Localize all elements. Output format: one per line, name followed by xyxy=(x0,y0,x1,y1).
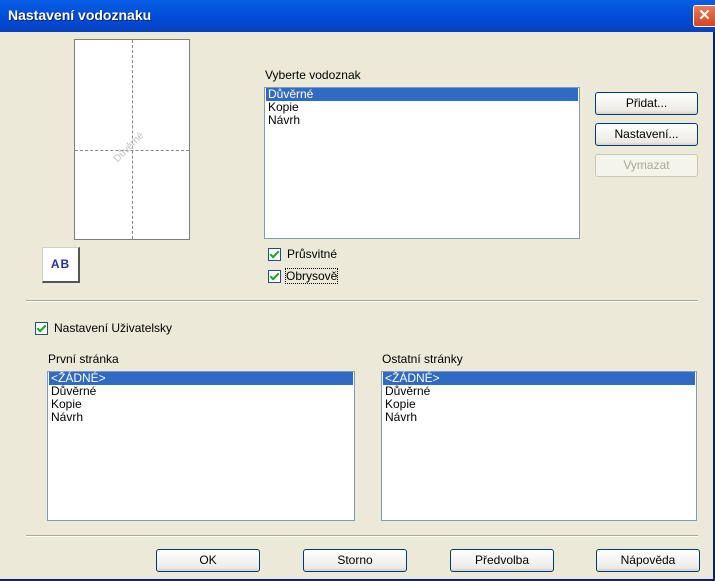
watermark-list-label: Vyberte vodoznak xyxy=(265,68,361,82)
add-button[interactable]: Přidat... xyxy=(595,92,698,115)
other-pages-list-item[interactable]: Návrh xyxy=(383,411,695,424)
cancel-button[interactable]: Storno xyxy=(303,549,407,572)
watermark-list-item[interactable]: Návrh xyxy=(266,114,578,127)
other-pages-listbox[interactable]: <ŽÁDNÉ> Důvěrné Kopie Návrh xyxy=(381,371,697,521)
watermark-preview: Důvěrné xyxy=(74,39,190,240)
watermark-list-item[interactable]: Důvěrné xyxy=(266,88,578,101)
first-page-label: První stránka xyxy=(48,352,119,366)
bottom-separator xyxy=(26,535,698,537)
custom-settings-label: Nastavení Uživatelsky xyxy=(54,321,173,335)
other-pages-label: Ostatní stránky xyxy=(382,352,463,366)
first-page-list-item[interactable]: Důvěrné xyxy=(49,385,353,398)
watermark-listbox[interactable]: Důvěrné Kopie Návrh xyxy=(264,87,580,239)
outline-label: Obrysově xyxy=(284,268,339,284)
first-page-listbox[interactable]: <ŽÁDNÉ> Důvěrné Kopie Návrh xyxy=(47,371,355,521)
top-separator xyxy=(26,300,698,302)
other-pages-list-item[interactable]: Kopie xyxy=(383,398,695,411)
help-button[interactable]: Nápověda xyxy=(596,549,700,572)
watermark-settings-dialog: Nastavení vodoznaku ✕ Důvěrné AB Vyberte… xyxy=(0,0,715,581)
transparent-checkbox[interactable] xyxy=(268,248,281,261)
first-page-list-item[interactable]: Návrh xyxy=(49,411,353,424)
title-bar[interactable]: Nastavení vodoznaku ✕ xyxy=(0,0,715,32)
custom-settings-checkbox[interactable] xyxy=(35,322,48,335)
ok-button[interactable]: OK xyxy=(156,549,260,572)
default-button[interactable]: Předvolba xyxy=(450,549,554,572)
window-title: Nastavení vodoznaku xyxy=(8,7,152,23)
transparent-label: Průsvitné xyxy=(287,247,338,261)
ab-preview-button[interactable]: AB xyxy=(42,247,80,283)
other-pages-list-item[interactable]: Důvěrné xyxy=(383,385,695,398)
delete-button[interactable]: Vymazat xyxy=(595,154,698,177)
preview-watermark-text: Důvěrné xyxy=(111,130,147,165)
settings-button[interactable]: Nastavení... xyxy=(595,123,698,146)
watermark-list-item[interactable]: Kopie xyxy=(266,101,578,114)
first-page-list-item[interactable]: Kopie xyxy=(49,398,353,411)
outline-checkbox[interactable] xyxy=(268,270,281,283)
close-button[interactable]: ✕ xyxy=(693,5,715,27)
